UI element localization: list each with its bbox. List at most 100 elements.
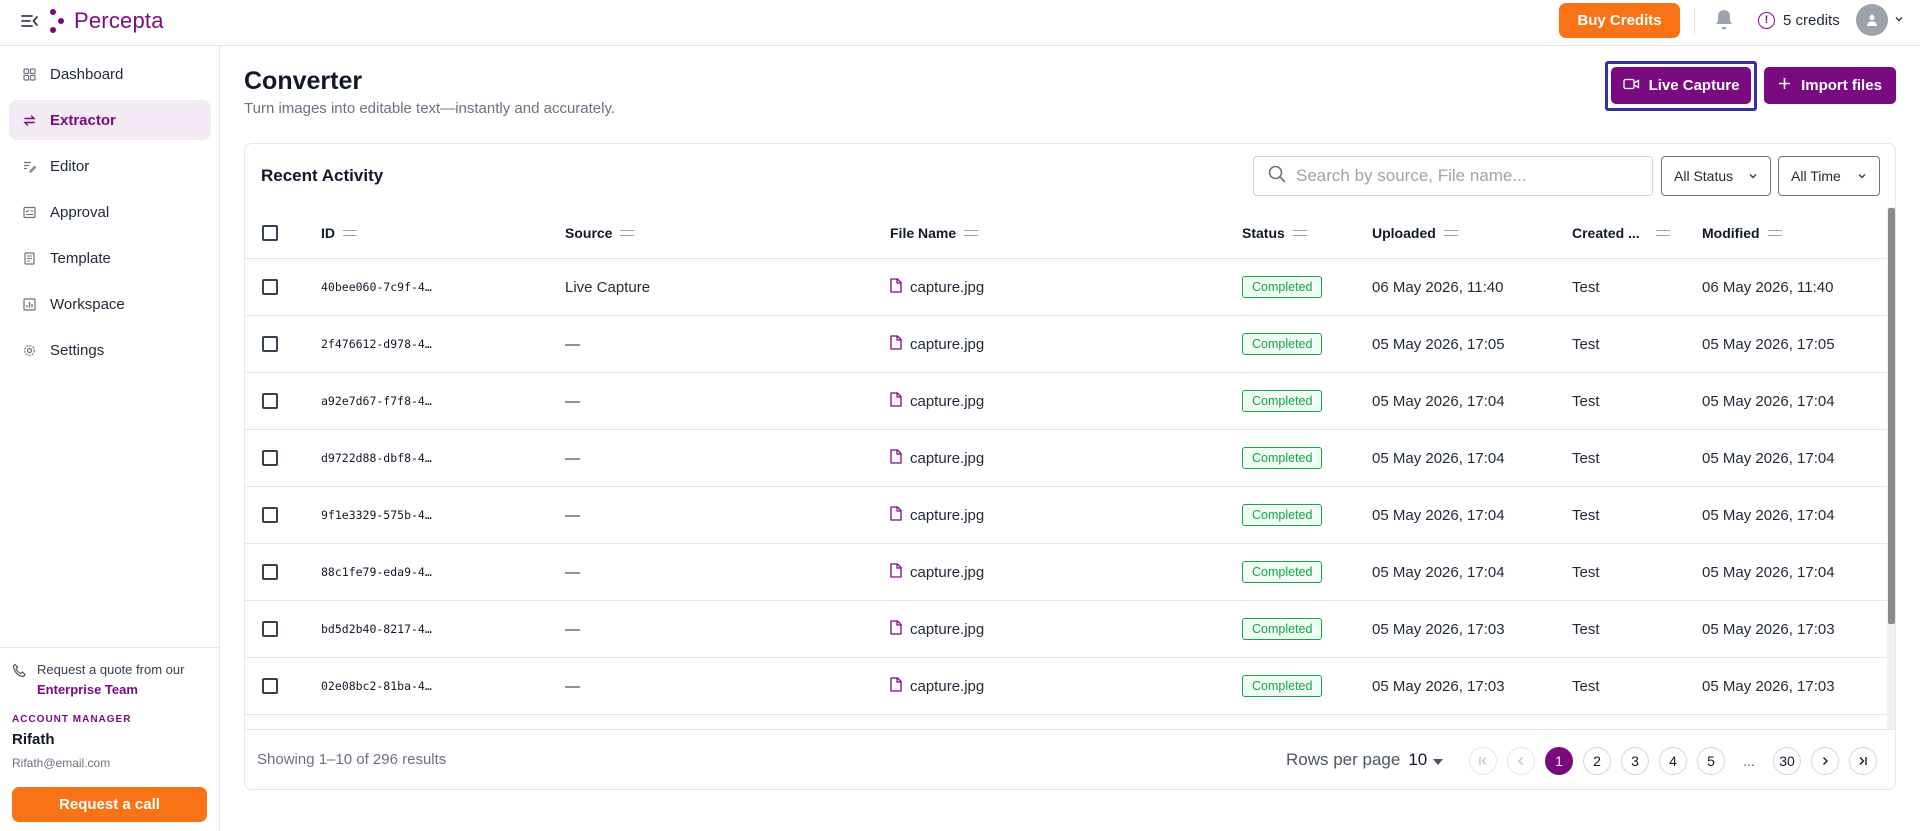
sidebar-item-approval[interactable]: Approval — [9, 192, 211, 232]
recent-activity-card: Recent Activity All Status All Time ID S… — [244, 143, 1896, 790]
table-row[interactable]: 88c1fe79-eda9-4… — capture.jpg Completed… — [245, 544, 1887, 601]
previous-page-button[interactable] — [1507, 747, 1535, 775]
row-checkbox[interactable] — [262, 678, 278, 694]
row-id: d9722d88-dbf8-4… — [321, 451, 432, 465]
sidebar-item-settings[interactable]: Settings — [9, 330, 211, 370]
page-4-button[interactable]: 4 — [1659, 747, 1687, 775]
select-all-checkbox[interactable] — [262, 225, 278, 241]
user-menu[interactable] — [1856, 4, 1904, 36]
chevron-down-icon — [1748, 168, 1758, 184]
chevron-down-icon — [1894, 11, 1904, 29]
gear-icon — [22, 343, 36, 357]
search-input[interactable] — [1296, 166, 1636, 186]
table-row[interactable]: 40bee060-7c9f-4… Live Capture capture.jp… — [245, 259, 1887, 316]
table-footer: Showing 1–10 of 296 results Rows per pag… — [245, 729, 1895, 789]
import-files-button[interactable]: Import files — [1764, 67, 1896, 104]
drag-handle-icon[interactable] — [1292, 230, 1307, 236]
credits-indicator[interactable]: ! 5 credits — [1758, 9, 1840, 31]
table-row[interactable]: bd5d2b40-8217-4… — capture.jpg Completed… — [245, 601, 1887, 658]
row-file[interactable]: capture.jpg — [890, 373, 984, 429]
row-file[interactable]: capture.jpg — [890, 601, 984, 657]
top-bar: Percepta Buy Credits ! 5 credits — [0, 0, 1920, 46]
file-name: capture.jpg — [910, 278, 985, 296]
sidebar-item-template[interactable]: Template — [9, 238, 211, 278]
row-created-by: Test — [1572, 506, 1600, 524]
next-page-button[interactable] — [1811, 747, 1839, 775]
row-checkbox[interactable] — [262, 393, 278, 409]
live-capture-button[interactable]: Live Capture — [1611, 67, 1751, 104]
row-modified: 05 May 2026, 17:04 — [1702, 506, 1835, 524]
row-id: 9f1e3329-575b-4… — [321, 508, 432, 522]
drag-handle-icon[interactable] — [1443, 230, 1458, 236]
live-capture-label: Live Capture — [1648, 77, 1740, 94]
page-3-button[interactable]: 3 — [1621, 747, 1649, 775]
table-row[interactable]: 9f1e3329-575b-4… — capture.jpg Completed… — [245, 487, 1887, 544]
page-2-button[interactable]: 2 — [1583, 747, 1611, 775]
row-source: — — [565, 620, 580, 638]
drag-handle-icon[interactable] — [620, 230, 635, 236]
row-source: — — [565, 506, 580, 524]
page-1-button[interactable]: 1 — [1545, 747, 1573, 775]
row-file[interactable]: capture.jpg — [890, 259, 984, 315]
row-checkbox[interactable] — [262, 336, 278, 352]
row-uploaded: 05 May 2026, 17:04 — [1372, 392, 1505, 410]
status-filter-dropdown[interactable]: All Status — [1661, 156, 1771, 196]
column-header-created[interactable]: Created ... — [1572, 207, 1670, 259]
row-file[interactable]: capture.jpg — [890, 316, 984, 372]
row-checkbox[interactable] — [262, 621, 278, 637]
request-call-button[interactable]: Request a call — [12, 787, 207, 822]
column-header-file-name[interactable]: File Name — [890, 207, 979, 259]
row-id: bd5d2b40-8217-4… — [321, 622, 432, 636]
page-5-button[interactable]: 5 — [1697, 747, 1725, 775]
account-manager-label: ACCOUNT MANAGER — [12, 714, 132, 725]
row-file[interactable]: capture.jpg — [890, 487, 984, 543]
column-label: Uploaded — [1372, 225, 1436, 241]
column-header-modified[interactable]: Modified — [1702, 207, 1782, 259]
menu-collapse-icon[interactable] — [20, 12, 40, 30]
sidebar-item-editor[interactable]: Editor — [9, 146, 211, 186]
row-file[interactable]: capture.jpg — [890, 544, 984, 600]
row-file[interactable]: capture.jpg — [890, 430, 984, 486]
drag-handle-icon[interactable] — [343, 230, 357, 236]
row-checkbox[interactable] — [262, 450, 278, 466]
sidebar-item-dashboard[interactable]: Dashboard — [9, 54, 211, 94]
rows-per-page-select[interactable]: 10 — [1408, 750, 1444, 770]
file-icon — [890, 505, 902, 525]
row-checkbox[interactable] — [262, 279, 278, 295]
row-source: — — [565, 449, 580, 467]
row-file[interactable]: capture.jpg — [890, 658, 984, 714]
import-files-label: Import files — [1801, 77, 1882, 94]
row-checkbox[interactable] — [262, 507, 278, 523]
drag-handle-icon[interactable] — [1655, 230, 1670, 236]
sidebar-item-workspace[interactable]: Workspace — [9, 284, 211, 324]
buy-credits-button[interactable]: Buy Credits — [1559, 3, 1680, 38]
row-source: — — [565, 563, 580, 581]
table-row[interactable]: 02e08bc2-81ba-4… — capture.jpg Completed… — [245, 658, 1887, 715]
app-logo[interactable]: Percepta — [50, 6, 164, 36]
table-row[interactable]: d9722d88-dbf8-4… — capture.jpg Completed… — [245, 430, 1887, 487]
last-page-button[interactable] — [1849, 747, 1877, 775]
convert-icon — [22, 113, 36, 127]
search-box[interactable] — [1253, 156, 1653, 196]
time-filter-dropdown[interactable]: All Time — [1778, 156, 1880, 196]
row-checkbox[interactable] — [262, 564, 278, 580]
row-source: — — [565, 392, 580, 410]
results-summary: Showing 1–10 of 296 results — [257, 751, 447, 768]
sidebar-item-extractor[interactable]: Extractor — [9, 100, 211, 140]
drag-handle-icon[interactable] — [1767, 230, 1782, 236]
column-header-uploaded[interactable]: Uploaded — [1372, 207, 1458, 259]
column-header-source[interactable]: Source — [565, 207, 635, 259]
file-name: capture.jpg — [910, 677, 985, 695]
drag-handle-icon[interactable] — [964, 230, 979, 236]
enterprise-team-link[interactable]: Enterprise Team — [37, 680, 184, 700]
table-row[interactable]: 2f476612-d978-4… — capture.jpg Completed… — [245, 316, 1887, 373]
status-filter-value: All Status — [1674, 168, 1734, 184]
table-row[interactable]: a92e7d67-f7f8-4… — capture.jpg Completed… — [245, 373, 1887, 430]
select-all-checkbox-cell — [262, 207, 278, 259]
page-30-button[interactable]: 30 — [1773, 747, 1801, 775]
column-header-id[interactable]: ID — [321, 207, 357, 259]
first-page-button[interactable] — [1469, 747, 1497, 775]
column-header-status[interactable]: Status — [1242, 207, 1307, 259]
notification-bell-icon[interactable] — [1713, 8, 1735, 32]
table-scrollbar-thumb[interactable] — [1888, 208, 1895, 624]
